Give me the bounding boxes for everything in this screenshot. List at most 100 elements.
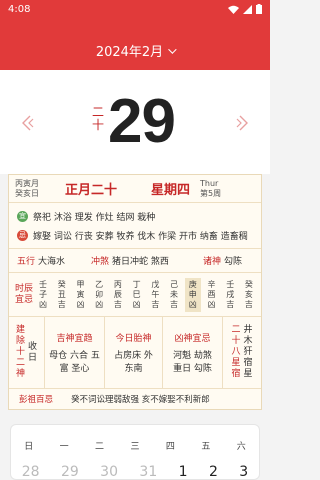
- calendar-day[interactable]: 28: [22, 464, 40, 480]
- jishen-line1: 母仓 六合 五: [49, 351, 100, 361]
- hour-line3: 吉: [170, 299, 179, 309]
- next-day-arrow-icon[interactable]: [234, 114, 252, 132]
- calendar-day[interactable]: 29: [61, 464, 79, 480]
- calendar-header: 2024年2月: [0, 18, 270, 70]
- chongsha-label: 冲煞: [91, 257, 110, 267]
- jianchu-label: 建除十二神: [15, 325, 25, 379]
- hour-line1: 壬: [226, 279, 235, 289]
- hour-line2: 亥: [244, 289, 253, 299]
- hour-item: 丙辰吉: [110, 278, 126, 312]
- xiongshen-col: 凶神宜忌 河魁 劫煞 重日 勾陈: [163, 317, 223, 388]
- weekday: 星期四: [151, 183, 191, 198]
- taishen-line1: 占房床 外: [114, 351, 153, 361]
- xiongshen-line2: 重日 勾陈: [173, 364, 212, 374]
- hour-line2: 午: [151, 289, 160, 299]
- weekday-label: 一: [59, 442, 69, 452]
- yi-badge: 宜: [17, 210, 28, 222]
- hour-line3: 吉: [113, 299, 122, 309]
- hour-line3: 吉: [226, 299, 235, 309]
- status-bar: 4:08: [0, 0, 270, 18]
- chongsha-cell: 冲煞 猪日冲蛇 煞西: [91, 254, 203, 267]
- yi-text: 祭祀 沐浴 理发 作灶 结网 栽种: [33, 212, 156, 223]
- hour-line3: 凶: [207, 299, 216, 309]
- jianchu-value: 收日: [27, 341, 37, 363]
- hour-line3: 吉: [151, 299, 160, 309]
- hour-line2: 卯: [95, 289, 104, 299]
- hour-line2: 未: [170, 289, 179, 299]
- calendar-day[interactable]: 3: [239, 464, 248, 480]
- hour-item: 癸丑吉: [54, 278, 70, 312]
- weekday-en: Thur: [200, 178, 219, 188]
- xiongshen-label: 凶神宜忌: [174, 334, 211, 344]
- xingxiu-label: 二十八星宿: [231, 325, 241, 379]
- lunar-date: 正月二十: [65, 183, 118, 198]
- almanac-panel: 丙寅月 癸亥日 正月二十 星期四 Thur 第5周 宜 祭祀 沐浴 理发 作灶 …: [8, 174, 262, 410]
- status-time: 4:08: [8, 3, 31, 15]
- month-label: 2024年2月: [95, 45, 164, 60]
- weekday-header-row: 日一二三四五六: [11, 439, 259, 452]
- hour-line3: 凶: [188, 299, 197, 309]
- gods-row: 建除十二神 收日 吉神宜趋 母仓 六合 五 富 圣心 今日胎神 占房床 外 东南…: [9, 317, 261, 389]
- lunar-day-vertical: 二十: [92, 105, 105, 132]
- wuxing-label: 五行: [17, 257, 36, 267]
- hour-line3: 凶: [39, 299, 47, 309]
- xiongshen-line1: 河魁 劫煞: [173, 351, 212, 361]
- hour-line3: 凶: [76, 299, 85, 309]
- hour-line2: 戌: [226, 289, 235, 299]
- hour-line1: 戊: [151, 279, 160, 289]
- ganzhi-year: 丙寅月: [15, 178, 39, 188]
- ganzhi-block: 丙寅月 癸亥日: [15, 179, 45, 199]
- battery-icon: [256, 4, 262, 14]
- hour-line1: 癸: [57, 279, 66, 289]
- xingxiu-col: 二十八星宿 井木犴宿星: [223, 317, 261, 388]
- hour-line3: 凶: [132, 299, 141, 309]
- calendar-day[interactable]: 31: [139, 464, 157, 480]
- chevron-down-icon: [168, 44, 177, 54]
- ji-badge: 忌: [17, 229, 28, 241]
- calendar-day[interactable]: 30: [100, 464, 118, 480]
- hour-item: 辛酉凶: [203, 278, 219, 312]
- month-picker[interactable]: 2024年2月: [95, 41, 177, 60]
- xingxiu-value: 井木犴宿星: [243, 325, 253, 379]
- taishen-line2: 东南: [124, 364, 143, 374]
- hour-item: 壬子凶: [35, 278, 51, 312]
- signal-icon: [243, 4, 252, 14]
- ji-text: 嫁娶 词讼 行丧 安葬 牧养 伐木 作梁 开市 纳畜 造畜稠: [33, 231, 248, 242]
- hour-item: 戊午吉: [147, 278, 163, 312]
- calendar-day[interactable]: 2: [209, 464, 218, 480]
- weekday-label: 六: [236, 442, 246, 452]
- hour-item: 庚申凶: [184, 277, 201, 312]
- week-info: Thur 第5周: [200, 179, 221, 199]
- calendar-day[interactable]: 1: [179, 464, 188, 480]
- hour-line1: 甲: [76, 279, 85, 289]
- jishen-label: 吉神宜趋: [56, 334, 93, 344]
- big-date-area: 二十 29: [0, 70, 270, 174]
- hour-item: 乙卯凶: [91, 278, 107, 312]
- weekday-label: 四: [165, 442, 175, 452]
- ganzhi-day: 癸亥日: [15, 188, 39, 198]
- jishen-line2: 富 圣心: [59, 364, 90, 374]
- hour-line2: 申: [188, 289, 197, 299]
- hour-item: 丁巳凶: [129, 278, 145, 312]
- hour-line1: 乙: [95, 279, 104, 289]
- wifi-icon: [228, 5, 239, 14]
- chongsha-value: 猪日冲蛇 煞西: [112, 257, 169, 267]
- hour-item: 壬戌吉: [222, 278, 238, 312]
- hour-line2: 酉: [207, 289, 216, 299]
- day-number-row: 28 29 30 31 1 2 3: [11, 464, 259, 480]
- day-number: 29: [108, 87, 176, 156]
- zhushen-value: 勾陈: [224, 257, 243, 267]
- yiji-row: 宜 祭祀 沐浴 理发 作灶 结网 栽种 忌 嫁娶 词讼 行丧 安葬 牧养 伐木 …: [9, 203, 261, 249]
- wuxing-value: 大海水: [38, 257, 66, 267]
- zhushen-label: 诸神: [203, 257, 222, 267]
- hour-line2: 寅: [76, 289, 85, 299]
- zhushen-cell: 诸神 勾陈: [203, 254, 242, 267]
- weekday-label: 二: [95, 442, 105, 452]
- hour-item: 己未吉: [166, 278, 182, 312]
- wuxing-row: 五行 大海水 冲煞 猪日冲蛇 煞西 诸神 勾陈: [9, 249, 261, 273]
- mini-calendar: 日 一 二 三 四 五 六 28 29 30 31 1 2 3: [10, 424, 260, 480]
- hour-line3: 吉: [244, 299, 253, 309]
- hour-line1: 辛: [207, 279, 216, 289]
- prev-day-arrow-icon[interactable]: [18, 114, 36, 132]
- hours-label: 时辰宜忌: [14, 283, 33, 305]
